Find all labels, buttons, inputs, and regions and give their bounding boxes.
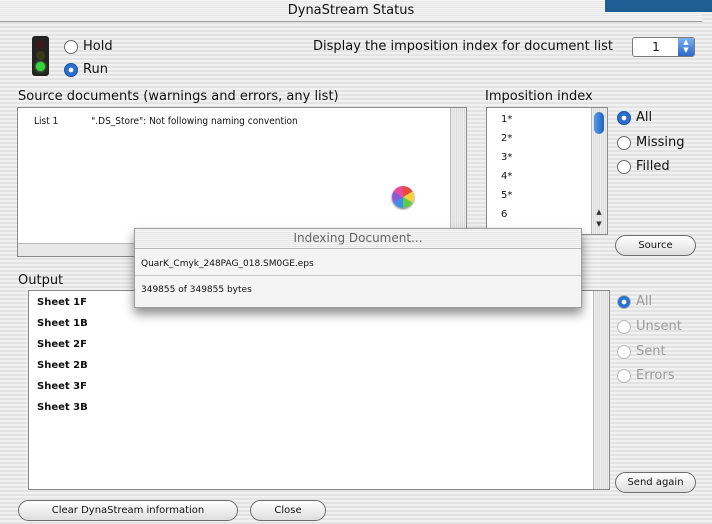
radio-dot — [617, 344, 631, 359]
list-item[interactable]: Sheet 2F — [37, 339, 87, 350]
stepper-arrows-icon[interactable]: ▲ ▼ — [678, 38, 694, 56]
indexing-dialog: Indexing Document... QuarK_Cmyk_248PAG_0… — [134, 228, 582, 308]
output-filter-unsent[interactable]: Unsent — [617, 319, 682, 334]
filter-label: All — [636, 294, 653, 309]
list-name: List 1 — [34, 116, 59, 127]
radio-dot — [617, 319, 631, 334]
radio-dot — [64, 62, 78, 77]
source-heading: Source documents (warnings and errors, a… — [18, 89, 339, 104]
radio-dot — [617, 159, 631, 174]
imposition-filter-missing[interactable]: Missing — [617, 135, 684, 150]
filter-label: Errors — [636, 368, 675, 383]
list-item[interactable]: Sheet 2B — [37, 360, 88, 371]
radio-dot — [617, 294, 631, 309]
list-item[interactable]: 5* — [501, 190, 512, 201]
source-button[interactable]: Source — [615, 235, 696, 256]
list-message: ".DS_Store": Not following naming conven… — [91, 116, 298, 127]
scroll-up-arrow-icon[interactable]: ▲ — [593, 208, 605, 218]
filter-label: Missing — [636, 135, 685, 150]
document-list-stepper[interactable]: 1 ▲ ▼ — [632, 37, 695, 57]
run-label: Run — [83, 62, 108, 77]
list-item[interactable]: 1* — [501, 114, 512, 125]
output-list[interactable]: Sheet 1F Sheet 1B Sheet 2F Sheet 2B Shee… — [28, 290, 610, 490]
imposition-selector-label: Display the imposition index for documen… — [313, 39, 613, 54]
imposition-scrollbar[interactable]: ▲ ▼ — [591, 108, 607, 234]
imposition-filter-all[interactable]: All — [617, 110, 652, 125]
run-radio[interactable]: Run — [64, 62, 108, 77]
traffic-light-icon — [32, 36, 49, 76]
desktop-background — [605, 0, 712, 12]
filter-label: Unsent — [636, 319, 682, 334]
dialog-divider — [135, 275, 581, 276]
list-item[interactable]: Sheet 1F — [37, 297, 87, 308]
dialog-title: Indexing Document... — [135, 229, 581, 249]
dialog-filename: QuarK_Cmyk_248PAG_018.SM0GE.eps — [141, 259, 314, 269]
busy-spinner-icon — [392, 186, 414, 208]
filter-label: Sent — [636, 344, 666, 359]
list-item[interactable]: 4* — [501, 171, 512, 182]
list-item[interactable]: Sheet 3B — [37, 402, 88, 413]
output-scrollbar[interactable] — [593, 291, 609, 489]
list-item[interactable]: 2* — [501, 133, 512, 144]
hold-radio[interactable]: Hold — [64, 39, 113, 54]
status-window: DynaStream Status Hold Run Display the i… — [0, 0, 712, 524]
list-item[interactable]: Sheet 3F — [37, 381, 87, 392]
radio-dot — [617, 368, 631, 383]
scroll-down-arrow-icon[interactable]: ▼ — [593, 220, 605, 230]
list-item[interactable]: List 1 ".DS_Store": Not following naming… — [34, 116, 298, 127]
list-item[interactable]: 3* — [501, 152, 512, 163]
list-item[interactable]: Sheet 1B — [37, 318, 88, 329]
radio-dot — [64, 39, 78, 54]
filter-label: Filled — [636, 159, 670, 174]
radio-dot — [617, 110, 631, 125]
output-filter-all[interactable]: All — [617, 294, 652, 309]
list-item[interactable]: 6 — [501, 209, 507, 220]
output-filter-errors[interactable]: Errors — [617, 368, 674, 383]
close-button[interactable]: Close — [250, 500, 326, 521]
output-filter-sent[interactable]: Sent — [617, 344, 666, 359]
imposition-filter-filled[interactable]: Filled — [617, 159, 670, 174]
hold-label: Hold — [83, 39, 113, 54]
stepper-value: 1 — [652, 40, 660, 54]
send-again-button[interactable]: Send again — [615, 472, 696, 493]
window-title: DynaStream Status — [0, 0, 702, 22]
filter-label: All — [636, 110, 653, 125]
dialog-progress-text: 349855 of 349855 bytes — [141, 285, 252, 295]
clear-dynastream-button[interactable]: Clear DynaStream information — [18, 500, 238, 521]
output-heading: Output — [18, 273, 64, 288]
radio-dot — [617, 135, 631, 150]
imposition-index-list[interactable]: 1* 2* 3* 4* 5* 6 ▲ ▼ — [486, 107, 608, 235]
scroll-thumb[interactable] — [594, 112, 604, 134]
imposition-heading: Imposition index — [485, 89, 593, 104]
